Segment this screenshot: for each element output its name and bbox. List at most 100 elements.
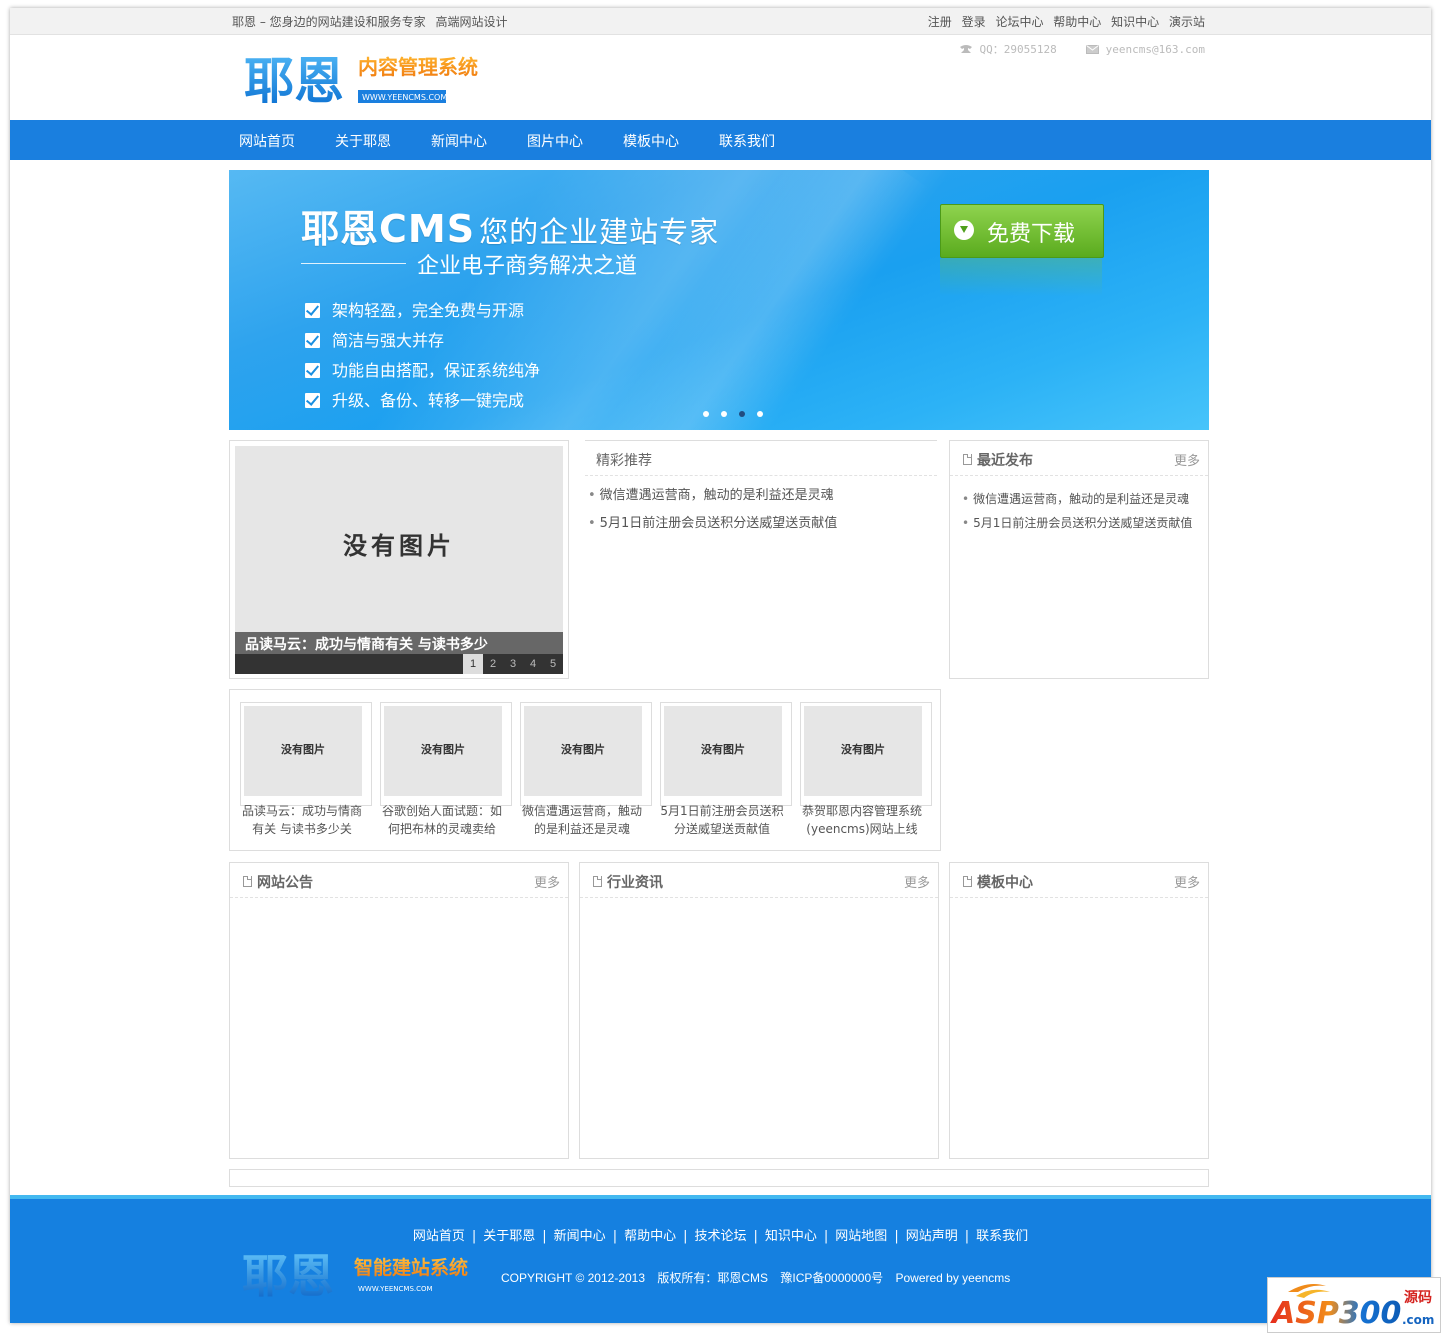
footer-link[interactable]: 联系我们 [976, 1229, 1028, 1244]
gallery-thumb[interactable]: 没有图片 [380, 702, 512, 806]
nav-home[interactable]: 网站首页 [239, 131, 295, 151]
gallery-caption[interactable]: 品读马云：成功与情商 有关 与读书多少关 [236, 802, 368, 838]
featured-item[interactable]: 5月1日前注册会员送积分送威望送贡献值 [588, 512, 838, 540]
nav-about[interactable]: 关于耶恩 [335, 131, 391, 151]
banner-dot-2[interactable] [721, 411, 727, 417]
footer-link[interactable]: 网站地图 [835, 1229, 887, 1244]
top-link-register[interactable]: 注册 [928, 15, 952, 29]
document-icon [243, 876, 252, 887]
featured-item[interactable]: 微信遭遇运营商，触动的是利益还是灵魂 [588, 484, 837, 512]
powered-by[interactable]: Powered by yeencms [895, 1271, 1010, 1285]
footer-link[interactable]: 新闻中心 [554, 1229, 606, 1244]
hero-banner[interactable]: 耶恩CMS 您的企业建站专家 企业电子商务解决之道 架构轻盈，完全免费与开源 简洁… [229, 170, 1209, 430]
section-title: 行业资讯 [607, 875, 663, 891]
section-title: 网站公告 [257, 875, 313, 891]
qq-number: QQ：29055128 [979, 43, 1057, 56]
top-links: 注册 登录 论坛中心 帮助中心 知识中心 演示站 [922, 13, 1205, 30]
document-icon [593, 876, 602, 887]
footer-link[interactable]: 关于耶恩 [483, 1229, 535, 1244]
recent-item[interactable]: 5月1日前注册会员送积分送威望送贡献值 [962, 514, 1192, 538]
svg-text:源码: 源码 [1404, 1289, 1432, 1306]
gallery-thumb[interactable]: 没有图片 [240, 702, 372, 806]
nav-templates[interactable]: 模板中心 [623, 131, 679, 151]
check-icon [305, 363, 320, 378]
phone-icon [959, 44, 973, 57]
gallery-thumb[interactable]: 没有图片 [800, 702, 932, 806]
banner-dot-4[interactable] [757, 411, 763, 417]
recent-item[interactable]: 微信遭遇运营商，触动的是利益还是灵魂 [962, 490, 1192, 514]
featured-list: 微信遭遇运营商，触动的是利益还是灵魂 5月1日前注册会员送积分送威望送贡献值 [588, 484, 838, 540]
slider-page-2[interactable]: 2 [483, 654, 503, 674]
top-link-knowledge[interactable]: 知识中心 [1111, 15, 1159, 29]
templates-more-link[interactable]: 更多 [1174, 872, 1200, 891]
document-icon [963, 876, 972, 887]
industry-news-more-link[interactable]: 更多 [904, 872, 930, 891]
check-icon [305, 333, 320, 348]
banner-subtitle: 企业电子商务解决之道 [417, 254, 638, 279]
top-link-login[interactable]: 登录 [962, 15, 986, 29]
announcements-more-link[interactable]: 更多 [534, 872, 560, 891]
copyright: COPYRIGHT © 2012-2013 版权所有：耶恩CMS 豫ICP备00… [501, 1269, 1019, 1286]
footer-link[interactable]: 知识中心 [765, 1229, 817, 1244]
slogan-text-2: 高端网站设计 [435, 15, 508, 29]
site-logo[interactable]: 耶恩 内容管理系统 WWW.YEENCMS.COM [242, 46, 492, 116]
image-slider: 没有图片 品读马云：成功与情商有关 与读书多少 12345 [229, 440, 569, 679]
svg-text:WWW.YEENCMS.COM: WWW.YEENCMS.COM [358, 1285, 433, 1293]
footer-link[interactable]: 网站声明 [906, 1229, 958, 1244]
icp-number[interactable]: 豫ICP备0000000号 [780, 1271, 883, 1285]
nav-news[interactable]: 新闻中心 [431, 131, 487, 151]
free-download-button[interactable]: 免费下载 [940, 204, 1104, 258]
recent-title: 最近发布 [977, 453, 1033, 469]
recent-list: 微信遭遇运营商，触动的是利益还是灵魂 5月1日前注册会员送积分送威望送贡献值 [962, 490, 1192, 538]
download-icon [954, 220, 974, 240]
banner-feature: 升级、备份、转移一键完成 [305, 387, 524, 411]
footer-link[interactable]: 网站首页 [413, 1229, 465, 1244]
mail-icon [1086, 44, 1100, 57]
gallery-caption[interactable]: 谷歌创始人面试题：如 何把布林的灵魂卖给 [376, 802, 508, 838]
footer-link[interactable]: 帮助中心 [624, 1229, 676, 1244]
svg-text:智能建站系统: 智能建站系统 [354, 1256, 468, 1279]
copyright-text: COPYRIGHT © 2012-2013 [501, 1271, 646, 1285]
top-link-demo[interactable]: 演示站 [1169, 15, 1205, 29]
header-contact: QQ：29055128 yeencms@163.com [959, 41, 1205, 57]
svg-text:耶恩: 耶恩 [242, 1249, 334, 1303]
footer-links: 网站首页 | 关于耶恩 | 新闻中心 | 帮助中心 | 技术论坛 | 知识中心 | 网站地图 | 网站声明 |… [412, 1229, 1029, 1244]
slider-page-5[interactable]: 5 [543, 654, 563, 674]
top-link-forum[interactable]: 论坛中心 [995, 15, 1043, 29]
gallery-caption[interactable]: 恭贺耶恩内容管理系统 (yeencms)网站上线 [796, 802, 928, 838]
slider-pager: 12345 [463, 654, 563, 674]
footer-link[interactable]: 技术论坛 [694, 1229, 746, 1244]
slider-page-1-active[interactable]: 1 [463, 654, 483, 674]
svg-text:内容管理系统: 内容管理系统 [358, 55, 478, 79]
check-icon [305, 393, 320, 408]
recent-more-link[interactable]: 更多 [1174, 450, 1200, 469]
page-frame: 耶恩 – 您身边的网站建设和服务专家 高端网站设计 注册 登录 论坛中心 帮助中… [10, 8, 1431, 1323]
featured-section: 精彩推荐 微信遭遇运营商，触动的是利益还是灵魂 5月1日前注册会员送积分送威望送… [585, 440, 937, 677]
slider-page-4[interactable]: 4 [523, 654, 543, 674]
banner-pager [703, 406, 775, 420]
industry-news-panel: 行业资讯 更多 [579, 862, 939, 1159]
recent-posts-panel: 最近发布 更多 微信遭遇运营商，触动的是利益还是灵魂 5月1日前注册会员送积分送… [949, 440, 1209, 679]
slider-caption[interactable]: 品读马云：成功与情商有关 与读书多少 [245, 634, 488, 654]
logo-graphic: 耶恩 内容管理系统 WWW.YEENCMS.COM [244, 52, 478, 110]
copyright-owner: 版权所有：耶恩CMS [657, 1271, 769, 1285]
asp300-watermark: ASP300 源码 .com [1267, 1277, 1441, 1333]
banner-feature: 简洁与强大并存 [305, 327, 444, 351]
banner-dot-3-active[interactable] [739, 411, 745, 417]
gallery-thumb[interactable]: 没有图片 [660, 702, 792, 806]
nav-contact[interactable]: 联系我们 [719, 131, 775, 151]
top-bar: 耶恩 – 您身边的网站建设和服务专家 高端网站设计 注册 登录 论坛中心 帮助中… [10, 8, 1431, 35]
picture-gallery: 没有图片 品读马云：成功与情商 有关 与读书多少关 没有图片 谷歌创始人面试题：如… [229, 689, 941, 851]
top-link-help[interactable]: 帮助中心 [1053, 15, 1101, 29]
gallery-caption[interactable]: 5月1日前注册会员送积 分送威望送贡献值 [656, 802, 788, 838]
gallery-caption[interactable]: 微信遭遇运营商，触动 的是利益还是灵魂 [516, 802, 648, 838]
banner-brand: 耶恩CMS [301, 207, 476, 251]
site-footer: 网站首页 | 关于耶恩 | 新闻中心 | 帮助中心 | 技术论坛 | 知识中心 | 网站地图 | 网站声明 |… [10, 1195, 1431, 1323]
nav-pictures[interactable]: 图片中心 [527, 131, 583, 151]
section-title: 模板中心 [977, 875, 1033, 891]
gallery-thumb[interactable]: 没有图片 [520, 702, 652, 806]
document-icon [963, 454, 972, 465]
slider-page-3[interactable]: 3 [503, 654, 523, 674]
banner-title-rest: 您的企业建站专家 [479, 215, 720, 249]
banner-dot-1[interactable] [703, 411, 709, 417]
